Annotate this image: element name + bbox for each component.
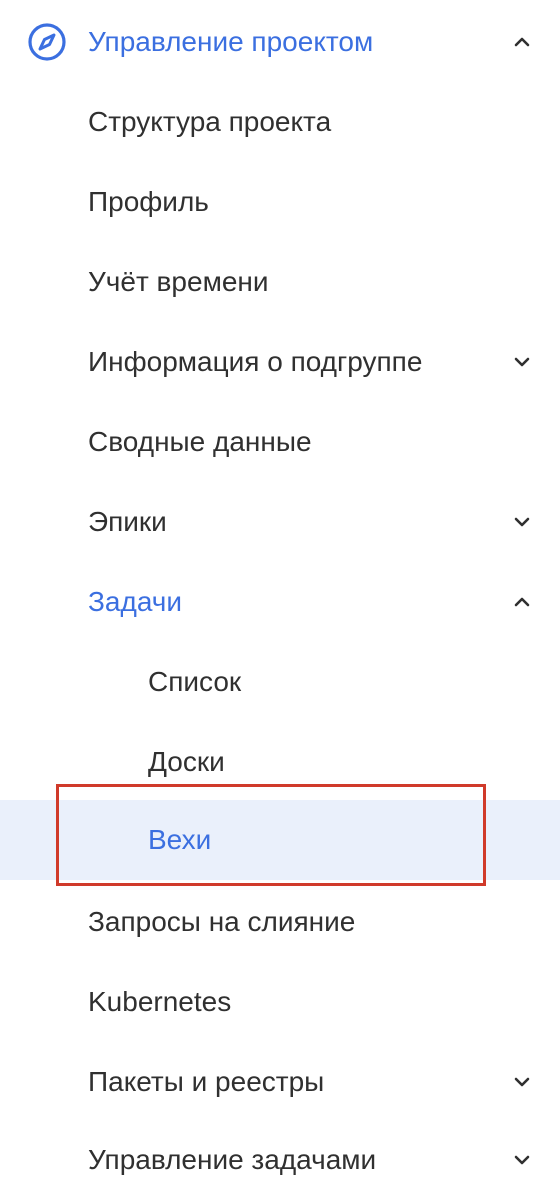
sidebar-item-label: Профиль — [88, 186, 209, 217]
sidebar-item-label: Доски — [148, 746, 225, 777]
sidebar-item-label: Задачи — [88, 586, 183, 617]
sidebar-item-label: Запросы на слияние — [88, 906, 356, 937]
sidebar-item-task-management[interactable]: Управление задачами — [0, 1120, 560, 1200]
sidebar-item-project-structure[interactable]: Структура проекта — [0, 82, 560, 162]
chevron-down-icon[interactable] — [510, 1070, 534, 1094]
sidebar-item-label: Вехи — [148, 824, 212, 855]
chevron-up-icon[interactable] — [510, 590, 534, 614]
sidebar-item-merge-requests[interactable]: Запросы на слияние — [0, 882, 560, 962]
compass-icon — [26, 21, 68, 63]
sidebar-section-label: Управление проектом — [88, 26, 374, 57]
sidebar-item-kubernetes[interactable]: Kubernetes — [0, 962, 560, 1042]
sidebar-item-profile[interactable]: Профиль — [0, 162, 560, 242]
sidebar-section-project-management[interactable]: Управление проектом — [0, 2, 560, 82]
sidebar-item-subgroup-info[interactable]: Информация о подгруппе — [0, 322, 560, 402]
sidebar-item-label: Пакеты и реестры — [88, 1066, 325, 1097]
sidebar-menu: Управление проектом Структура проекта Пр… — [0, 0, 560, 1200]
sidebar-item-tasks[interactable]: Задачи — [0, 562, 560, 642]
sidebar-item-label: Список — [148, 666, 242, 697]
sidebar-item-label: Kubernetes — [88, 986, 232, 1017]
sidebar-item-summary-data[interactable]: Сводные данные — [0, 402, 560, 482]
sidebar-item-label: Управление задачами — [88, 1144, 377, 1175]
sidebar-item-label: Эпики — [88, 506, 167, 537]
chevron-down-icon[interactable] — [510, 510, 534, 534]
sidebar-item-label: Учёт времени — [88, 266, 269, 297]
chevron-down-icon[interactable] — [510, 350, 534, 374]
sidebar-subitem-milestones[interactable]: Вехи — [0, 800, 560, 880]
sidebar-subitem-list[interactable]: Список — [0, 642, 560, 722]
sidebar-item-label: Сводные данные — [88, 426, 312, 457]
sidebar-item-packages-registries[interactable]: Пакеты и реестры — [0, 1042, 560, 1122]
chevron-up-icon[interactable] — [510, 30, 534, 54]
sidebar-item-label: Информация о подгруппе — [88, 346, 423, 377]
sidebar-item-epics[interactable]: Эпики — [0, 482, 560, 562]
sidebar-item-label: Структура проекта — [88, 106, 332, 137]
sidebar-subitem-boards[interactable]: Доски — [0, 722, 560, 802]
sidebar-item-time-tracking[interactable]: Учёт времени — [0, 242, 560, 322]
chevron-down-icon[interactable] — [510, 1148, 534, 1172]
